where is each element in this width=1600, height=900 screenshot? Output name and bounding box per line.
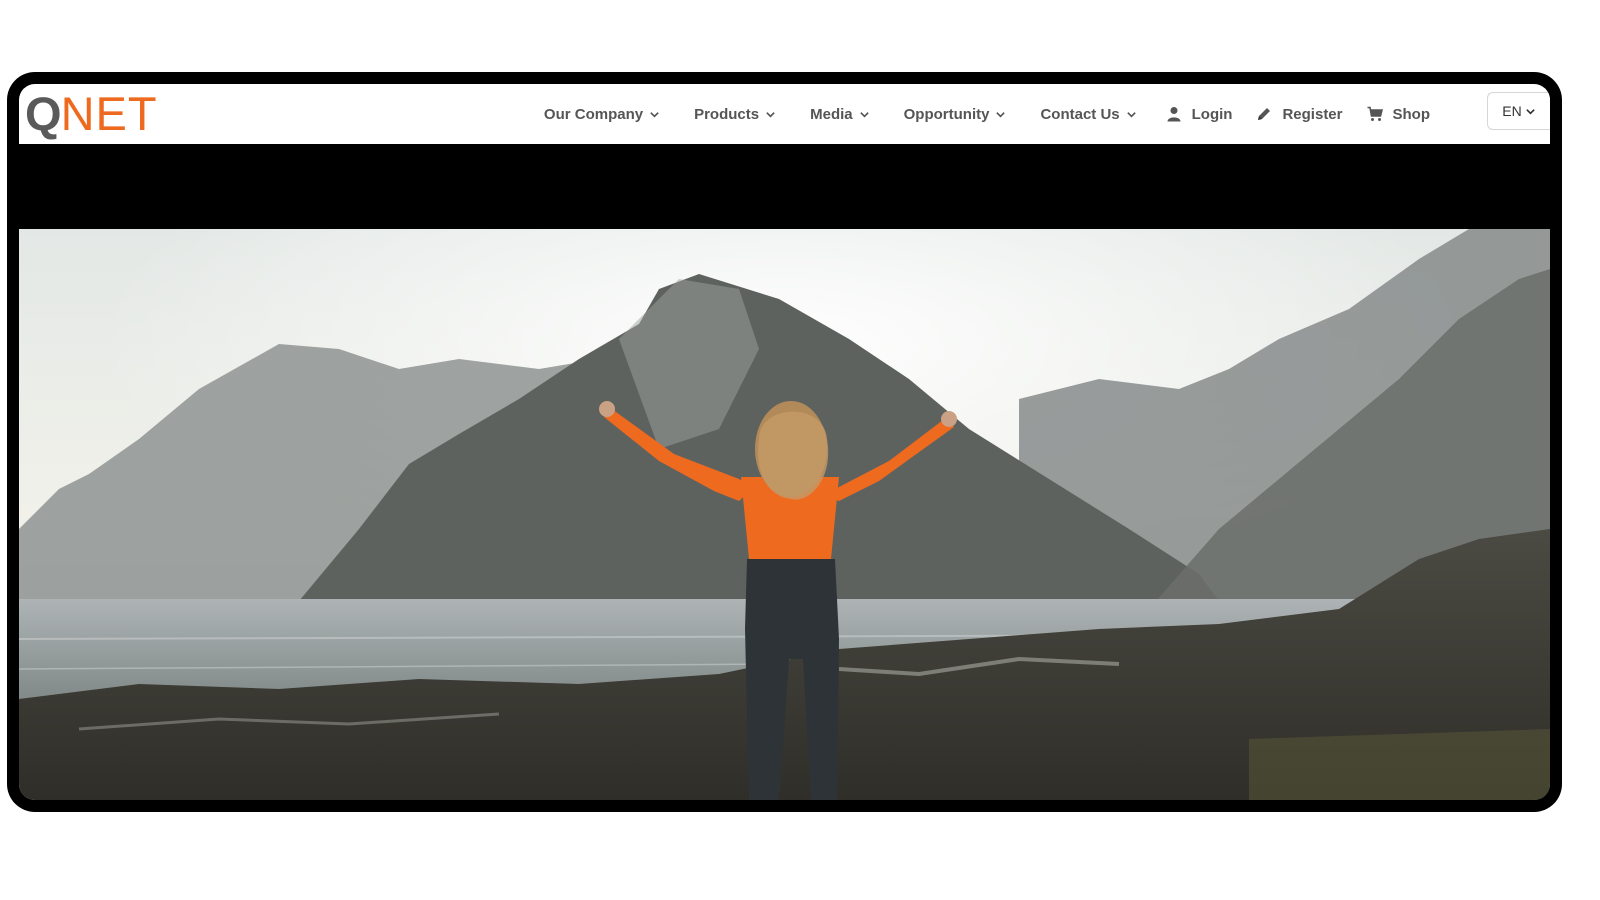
main-menu: Our Company Products Media Opportunity C… bbox=[527, 84, 1442, 144]
website-screen: Q NET Our Company Products Media Opportun… bbox=[19, 84, 1550, 800]
qnet-logo[interactable]: Q NET bbox=[25, 88, 158, 138]
menu-products[interactable]: Products bbox=[677, 84, 793, 144]
chevron-down-icon bbox=[650, 111, 659, 118]
menu-contact-us-label: Contact Us bbox=[1040, 105, 1120, 123]
logo-q-mark: Q bbox=[25, 86, 62, 140]
hero-landscape-image bbox=[19, 229, 1550, 800]
menu-products-label: Products bbox=[694, 105, 760, 123]
device-frame: Q NET Our Company Products Media Opportun… bbox=[7, 72, 1562, 812]
chevron-down-icon bbox=[1126, 111, 1136, 118]
language-selector[interactable]: EN bbox=[1487, 92, 1550, 130]
pencil-icon bbox=[1258, 108, 1271, 120]
cart-icon bbox=[1367, 106, 1383, 121]
login-link[interactable]: Login bbox=[1154, 84, 1245, 144]
chevron-down-icon bbox=[1525, 108, 1535, 115]
menu-our-company-label: Our Company bbox=[543, 105, 644, 123]
chevron-down-icon bbox=[859, 111, 869, 118]
register-link[interactable]: Register bbox=[1244, 84, 1354, 144]
shop-label: Shop bbox=[1392, 105, 1431, 123]
hero-video[interactable] bbox=[19, 229, 1550, 800]
language-label: EN bbox=[1502, 103, 1522, 119]
chevron-down-icon bbox=[996, 111, 1006, 118]
register-label: Register bbox=[1282, 105, 1343, 123]
menu-media[interactable]: Media bbox=[793, 84, 887, 144]
menu-our-company[interactable]: Our Company bbox=[527, 84, 677, 144]
menu-media-label: Media bbox=[810, 105, 853, 123]
user-icon bbox=[1167, 107, 1181, 122]
logo-wordmark: NET bbox=[60, 86, 158, 140]
chevron-down-icon bbox=[766, 111, 775, 118]
menu-opportunity[interactable]: Opportunity bbox=[887, 84, 1024, 144]
top-navbar: Q NET Our Company Products Media Opportun… bbox=[19, 84, 1550, 144]
video-letterbox-band bbox=[19, 144, 1550, 229]
shop-link[interactable]: Shop bbox=[1355, 84, 1443, 144]
menu-opportunity-label: Opportunity bbox=[903, 105, 990, 123]
menu-contact-us[interactable]: Contact Us bbox=[1023, 84, 1153, 144]
login-label: Login bbox=[1191, 105, 1233, 123]
